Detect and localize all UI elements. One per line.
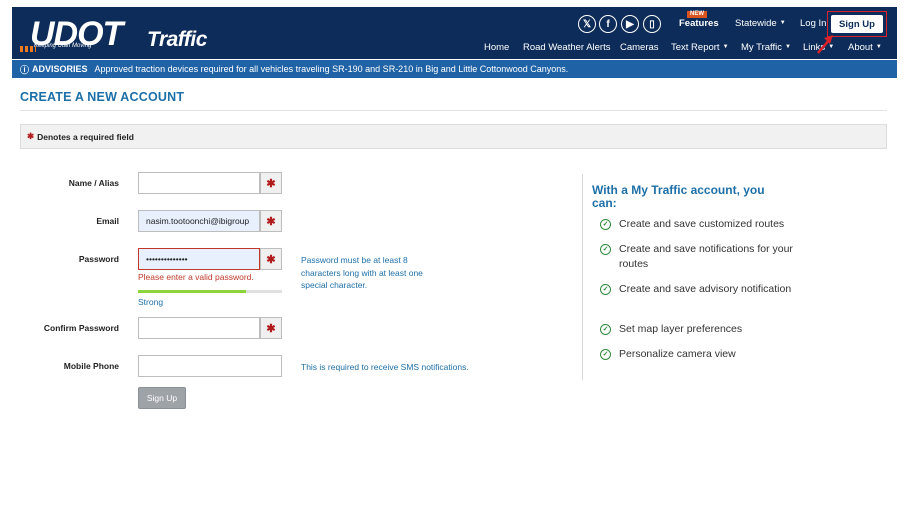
password-label: Password	[78, 254, 119, 264]
required-star-icon: ✱	[27, 131, 35, 141]
nav-my-traffic[interactable]: My Traffic ▼	[741, 42, 791, 53]
nav-text-report[interactable]: Text Report ▼	[671, 42, 729, 53]
nav-my-traffic-label: My Traffic	[741, 42, 782, 53]
statewide-dropdown[interactable]: Statewide ▼	[735, 18, 786, 29]
password-strength-fill	[138, 290, 246, 293]
check-circle-icon: ✓	[600, 349, 611, 360]
name-input[interactable]	[138, 172, 260, 194]
pointer-arrow-icon	[817, 35, 833, 54]
benefit-text: Set map layer preferences	[619, 323, 743, 335]
advisory-label: ADVISORIES	[32, 64, 88, 74]
check-circle-icon: ✓	[600, 244, 611, 255]
nav-about[interactable]: About ▼	[848, 42, 882, 53]
facebook-icon[interactable]: f	[599, 15, 617, 33]
required-star-icon: ✱	[260, 172, 282, 194]
caret-down-icon: ▼	[785, 44, 791, 50]
password-strength-label: Strong	[138, 297, 164, 307]
column-divider	[582, 174, 583, 380]
confirm-password-input[interactable]	[138, 317, 260, 339]
advisory-bar[interactable]: ⓘ ADVISORIES Approved traction devices r…	[12, 60, 897, 78]
email-input[interactable]: nasim.tootoonchi@ibigroup	[138, 210, 260, 232]
password-help: Password must be at least 8 characters l…	[301, 255, 423, 290]
email-label: Email	[96, 216, 119, 226]
app-icon[interactable]: ▯	[643, 15, 661, 33]
nav-about-label: About	[848, 42, 873, 53]
nav-road-weather-alerts[interactable]: Road Weather Alerts	[523, 42, 610, 53]
mobile-phone-input[interactable]	[138, 355, 282, 377]
check-circle-icon: ✓	[600, 324, 611, 335]
new-badge: NEW	[687, 11, 707, 18]
caret-down-icon: ▼	[875, 44, 882, 50]
check-circle-icon: ✓	[600, 284, 611, 295]
advisory-text: Approved traction devices required for a…	[94, 64, 569, 74]
check-circle-icon: ✓	[600, 219, 611, 230]
mobile-phone-label: Mobile Phone	[63, 361, 119, 371]
phone-help: This is required to receive SMS notifica…	[301, 362, 469, 372]
password-input[interactable]: ••••••••••••••	[138, 248, 260, 270]
title-divider	[20, 110, 887, 111]
page-title: CREATE A NEW ACCOUNT	[20, 90, 185, 104]
nav-cameras[interactable]: Cameras	[620, 42, 659, 53]
caret-down-icon: ▼	[722, 44, 729, 50]
page: UDOT Keeping Utah Moving Traffic 𝕏 f ▶ ▯…	[12, 7, 897, 507]
udot-logo[interactable]: UDOT Keeping Utah Moving Traffic	[20, 13, 207, 55]
nav-home[interactable]: Home	[484, 42, 509, 53]
submit-signup-button[interactable]: Sign Up	[138, 387, 186, 409]
youtube-icon[interactable]: ▶	[621, 15, 639, 33]
signup-button[interactable]: Sign Up	[831, 15, 883, 33]
name-label: Name / Alias	[68, 178, 119, 188]
login-link[interactable]: Log In	[800, 18, 826, 29]
benefit-text: Create and save advisory notification	[619, 283, 792, 295]
password-error: Please enter a valid password.	[138, 272, 254, 282]
benefit-text: Create and save notifications for your r…	[619, 243, 793, 270]
nav-text-report-label: Text Report	[671, 42, 720, 53]
site-header: UDOT Keeping Utah Moving Traffic 𝕏 f ▶ ▯…	[12, 7, 897, 59]
required-star-icon: ✱	[260, 248, 282, 270]
benefits-title: With a My Traffic account, you can:	[592, 183, 765, 210]
required-star-icon: ✱	[260, 210, 282, 232]
logo-tagline: Keeping Utah Moving	[34, 43, 92, 49]
statewide-label: Statewide	[735, 18, 777, 29]
logo-traffic-text: Traffic	[147, 28, 207, 51]
required-note-text: Denotes a required field	[37, 131, 134, 142]
password-strength-bar	[138, 290, 282, 293]
required-note: ✱ Denotes a required field	[20, 124, 887, 149]
required-star-icon: ✱	[260, 317, 282, 339]
info-icon: ⓘ	[20, 64, 30, 75]
x-icon[interactable]: 𝕏	[578, 15, 596, 33]
caret-down-icon: ▼	[779, 20, 786, 26]
benefit-text: Personalize camera view	[619, 348, 736, 360]
features-link[interactable]: Features	[679, 18, 719, 29]
confirm-password-label: Confirm Password	[43, 323, 119, 333]
benefit-text: Create and save customized routes	[619, 218, 785, 230]
